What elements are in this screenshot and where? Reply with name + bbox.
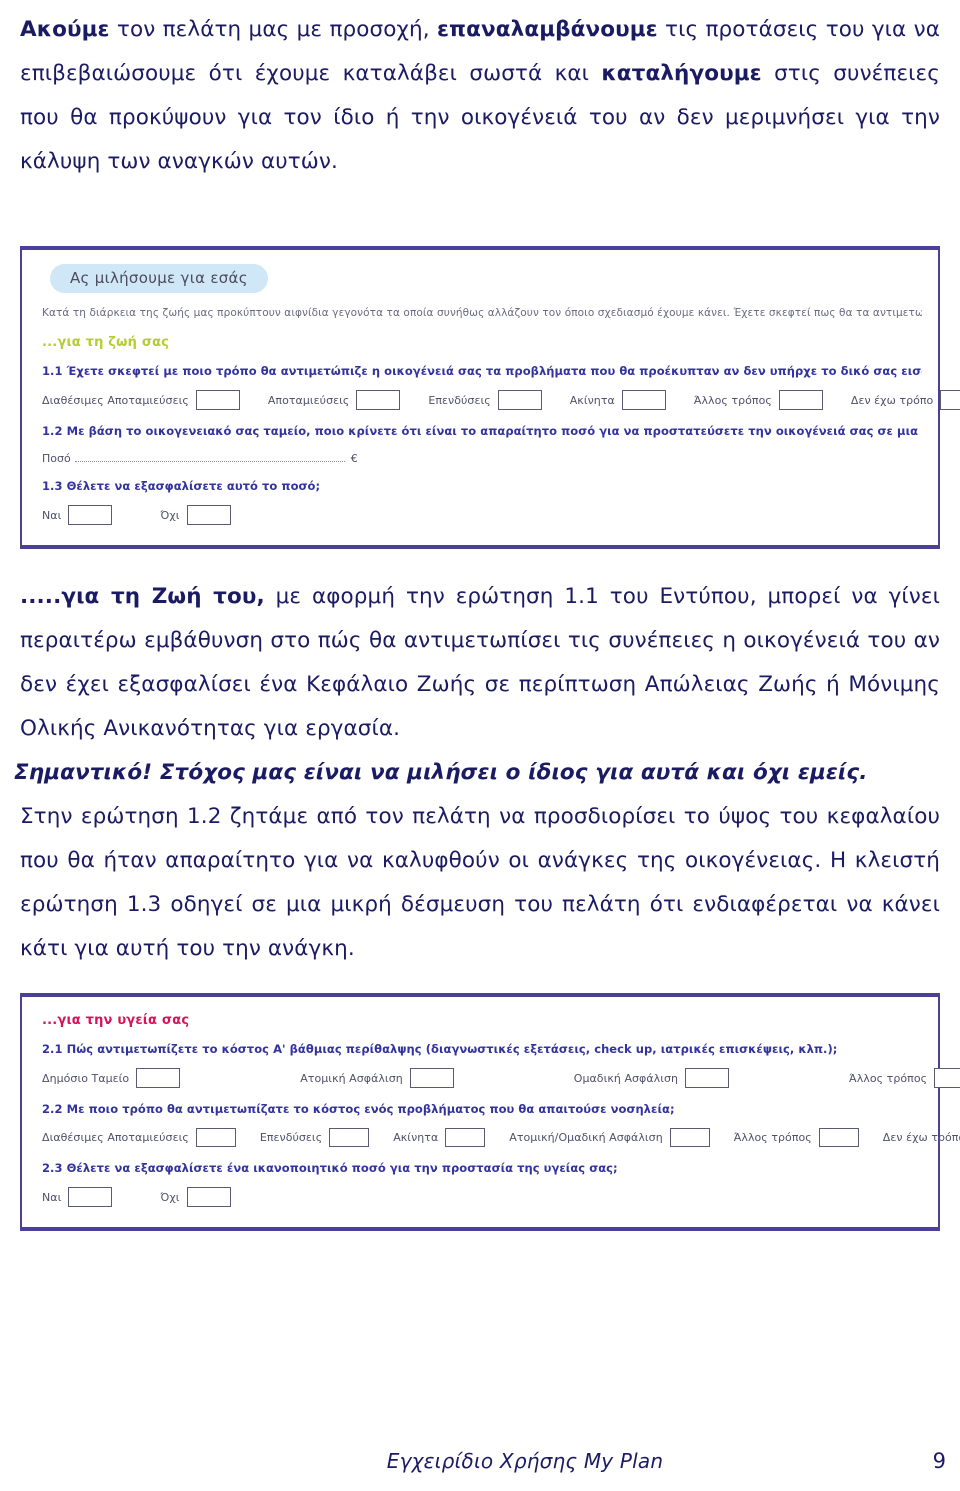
- option-label: Ακίνητα: [569, 393, 615, 407]
- form-pill-heading: Ας μιλήσουμε για εσάς: [50, 264, 268, 293]
- option-label: Ατομική Ασφάλιση: [300, 1071, 403, 1085]
- amount-field-row: Ποσό €: [42, 450, 922, 465]
- question-1-3: 1.3 Θέλετε να εξασφαλίσετε αυτό το ποσό;: [42, 479, 321, 493]
- page-footer: Εγχειρίδιο Χρήσης My Plan 9: [14, 1449, 946, 1473]
- option-item-no[interactable]: Όχι: [160, 1187, 231, 1207]
- option-item[interactable]: Ομαδική Ασφάλιση: [573, 1068, 730, 1088]
- amount-input[interactable]: [74, 450, 345, 462]
- option-checkbox[interactable]: [68, 1187, 113, 1207]
- currency-symbol: €: [350, 452, 358, 465]
- option-item[interactable]: Δεν έχω τρόπο: [883, 1128, 960, 1147]
- questions-note-paragraph: Στην ερώτηση 1.2 ζητάμε από τον πελάτη ν…: [20, 804, 940, 961]
- option-checkbox[interactable]: [68, 505, 113, 525]
- footer-page-number: 9: [932, 1449, 946, 1473]
- footer-title: Εγχειρίδιο Χρήσης My Plan: [386, 1449, 664, 1473]
- option-label: Δημόσιο Ταμείο: [42, 1071, 130, 1085]
- section-heading-life: ...για τη ζωή σας: [42, 335, 170, 350]
- option-item[interactable]: Επενδύσεις: [259, 1128, 370, 1147]
- form-screenshot-health: ...για την υγεία σας 2.1 Πώς αντιμετωπίζ…: [20, 993, 960, 1231]
- option-label: Ατομική/Ομαδική Ασφάλιση: [509, 1131, 663, 1144]
- option-checkbox[interactable]: [136, 1068, 181, 1088]
- option-checkbox[interactable]: [195, 1128, 236, 1147]
- option-item[interactable]: Δεν έχω τρόπο: [851, 390, 960, 410]
- option-label: Επενδύσεις: [259, 1131, 323, 1144]
- question-1-1-options: Διαθέσιμες Αποταμιεύσεις Αποταμιεύσεις Ε…: [42, 390, 960, 410]
- option-label: Δεν έχω τρόπο: [850, 393, 934, 407]
- question-2-1-options: Δημόσιο Ταμείο Ατομική Ασφάλιση Ομαδική …: [42, 1068, 960, 1088]
- option-checkbox[interactable]: [195, 390, 240, 410]
- option-label: Διαθέσιμες Αποταμιεύσεις: [42, 1131, 189, 1144]
- option-checkbox[interactable]: [778, 390, 823, 410]
- question-2-2: 2.2 Με ποιο τρόπο θα αντιμετωπίζατε το κ…: [42, 1102, 675, 1116]
- question-1-2: 1.2 Με βάση το οικογενειακό σας ταμείο, …: [42, 424, 922, 438]
- option-checkbox[interactable]: [356, 390, 401, 410]
- option-item[interactable]: Άλλος τρόπος: [849, 1068, 960, 1088]
- option-checkbox[interactable]: [186, 1187, 231, 1207]
- intro-run-1: Ακούμε: [20, 17, 110, 42]
- option-item-no[interactable]: Όχι: [160, 505, 231, 525]
- option-item[interactable]: Άλλος τρόπος: [734, 1128, 859, 1147]
- option-item[interactable]: Επενδύσεις: [428, 390, 542, 410]
- option-item[interactable]: Ατομική/Ομαδική Ασφάλιση: [509, 1128, 710, 1147]
- option-label: Αποταμιεύσεις: [267, 393, 350, 407]
- option-label: Άλλος τρόπος: [849, 1071, 928, 1085]
- option-checkbox[interactable]: [621, 390, 666, 410]
- form-intro-text: Κατά τη διάρκεια της ζωής μας προκύπτουν…: [42, 307, 922, 319]
- option-label: Άλλος τρόπος: [693, 393, 772, 407]
- form-screenshot-life: Ας μιλήσουμε για εσάς Κατά τη διάρκεια τ…: [20, 246, 960, 549]
- option-item[interactable]: Ατομική Ασφάλιση: [300, 1068, 454, 1088]
- section-heading-health: ...για την υγεία σας: [42, 1013, 190, 1028]
- option-label: Ομαδική Ασφάλιση: [573, 1071, 679, 1085]
- option-checkbox[interactable]: [445, 1128, 486, 1147]
- option-label: Ναι: [42, 1190, 62, 1204]
- option-item[interactable]: Διαθέσιμες Αποταμιεύσεις: [42, 390, 240, 410]
- option-checkbox[interactable]: [818, 1128, 859, 1147]
- option-checkbox[interactable]: [186, 505, 231, 525]
- option-label: Δεν έχω τρόπο: [882, 1131, 960, 1144]
- document-page: Ακούμε τον πελάτη μας με προσοχή, επαναλ…: [0, 0, 960, 1491]
- option-item[interactable]: Διαθέσιμες Αποταμιεύσεις: [42, 1128, 236, 1147]
- option-checkbox[interactable]: [669, 1128, 710, 1147]
- life-paragraph: .....για τη Ζωή του, με αφορμή την ερώτη…: [14, 575, 946, 751]
- option-label: Διαθέσιμες Αποταμιεύσεις: [42, 393, 189, 407]
- life-run-1: .....για τη Ζωή του,: [20, 584, 265, 609]
- question-2-3: 2.3 Θέλετε να εξασφαλίσετε ένα ικανοποιη…: [42, 1161, 618, 1175]
- option-item-yes[interactable]: Ναι: [42, 505, 113, 525]
- option-item[interactable]: Αποταμιεύσεις: [268, 390, 401, 410]
- option-checkbox[interactable]: [329, 1128, 370, 1147]
- intro-paragraph: Ακούμε τον πελάτη μας με προσοχή, επαναλ…: [14, 8, 946, 184]
- important-note: Σημαντικό! Στόχος μας είναι να μιλήσει ο…: [14, 751, 946, 795]
- option-label: Άλλος τρόπος: [733, 1131, 812, 1144]
- option-item-yes[interactable]: Ναι: [42, 1187, 113, 1207]
- option-label: Όχι: [160, 508, 180, 522]
- question-2-2-options: Διαθέσιμες Αποταμιεύσεις Επενδύσεις Ακίν…: [42, 1128, 960, 1147]
- option-label: Όχι: [160, 1190, 180, 1204]
- option-checkbox[interactable]: [940, 390, 960, 410]
- option-item[interactable]: Ακίνητα: [393, 1128, 486, 1147]
- option-checkbox[interactable]: [409, 1068, 454, 1088]
- option-item[interactable]: Δημόσιο Ταμείο: [42, 1068, 181, 1088]
- question-2-1: 2.1 Πώς αντιμετωπίζετε το κόστος Α' βάθμ…: [42, 1042, 838, 1056]
- question-1-1: 1.1 Έχετε σκεφτεί με ποιο τρόπο θα αντιμ…: [42, 364, 922, 378]
- important-note-text: Σημαντικό! Στόχος μας είναι να μιλήσει ο…: [14, 760, 868, 785]
- intro-run-2: τον πελάτη μας με προσοχή,: [109, 17, 437, 42]
- option-item[interactable]: Ακίνητα: [570, 390, 666, 410]
- option-checkbox[interactable]: [934, 1068, 960, 1088]
- option-label: Ακίνητα: [393, 1131, 439, 1144]
- option-item[interactable]: Άλλος τρόπος: [694, 390, 823, 410]
- option-label: Επενδύσεις: [428, 393, 491, 407]
- intro-run-3: επαναλαμβάνουμε: [436, 17, 658, 42]
- amount-label: Ποσό: [42, 452, 71, 465]
- intro-run-5: καταλήγουμε: [601, 61, 762, 86]
- question-1-3-options: Ναι Όχι: [42, 505, 922, 525]
- option-checkbox[interactable]: [685, 1068, 730, 1088]
- option-checkbox[interactable]: [497, 390, 542, 410]
- question-2-3-options: Ναι Όχι: [42, 1187, 922, 1207]
- option-label: Ναι: [42, 508, 62, 522]
